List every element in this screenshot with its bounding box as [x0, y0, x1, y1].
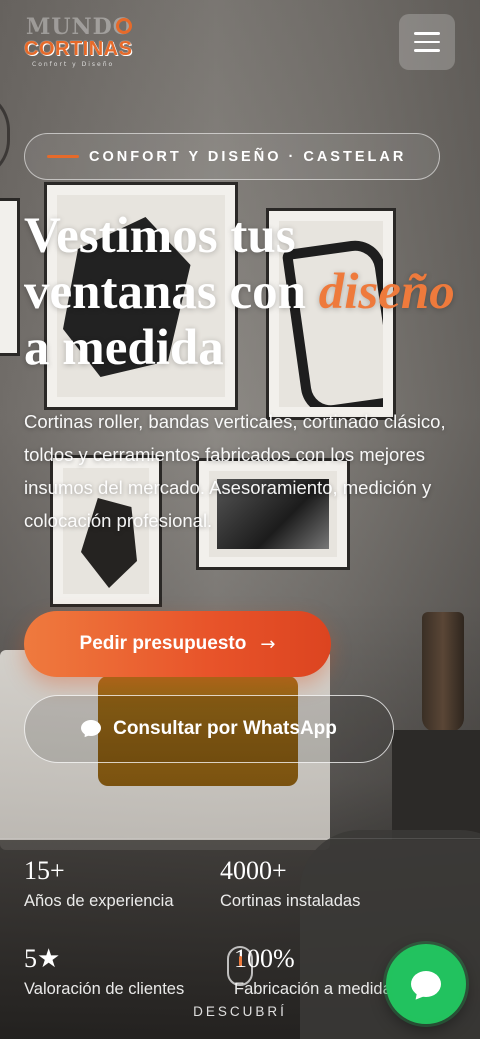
request-quote-button[interactable]: Pedir presupuesto → — [24, 611, 331, 677]
whatsapp-floating-button[interactable] — [386, 944, 466, 1024]
stat-value: 15+ — [24, 856, 65, 885]
brand-logo[interactable]: MUNDO CORTINAS Confort y Diseño — [24, 14, 136, 70]
headline-part2: a medida — [24, 320, 224, 376]
scroll-down-hint[interactable]: DESCUBRÍ — [190, 946, 290, 1036]
stat-experience: 15+ Años de experiencia — [24, 856, 174, 911]
chat-bubble-icon — [81, 720, 102, 738]
logo-ring-icon — [116, 18, 132, 34]
logo-main-text: CORTINAS — [24, 38, 133, 60]
request-quote-label: Pedir presupuesto — [79, 633, 247, 654]
stat-label: Cortinas instaladas — [220, 892, 361, 910]
logo-tagline: Confort y Diseño — [32, 61, 115, 68]
arrow-right-icon: → — [260, 633, 276, 655]
wall-frame — [0, 198, 20, 356]
hero-headline: Vestimos tus ventanas con diseño a medid… — [24, 208, 464, 376]
whatsapp-consult-button[interactable]: Consultar por WhatsApp — [24, 695, 394, 763]
side-table — [392, 730, 480, 840]
stats-divider — [0, 838, 480, 839]
accent-dash — [47, 155, 79, 158]
headline-part1: Vestimos tus ventanas con — [24, 208, 319, 320]
stat-rating: 5★ Valoración de clientes — [24, 944, 184, 999]
location-badge: CONFORT Y DISEÑO · CASTELAR — [24, 133, 440, 180]
whatsapp-consult-label: Consultar por WhatsApp — [113, 718, 337, 739]
menu-button[interactable] — [399, 14, 455, 70]
stat-label: Años de experiencia — [24, 892, 174, 910]
scroll-hint-label: DESCUBRÍ — [193, 1004, 287, 1019]
location-badge-text: CONFORT Y DISEÑO · CASTELAR — [89, 148, 407, 165]
stat-value: 5★ — [24, 944, 61, 973]
stat-value: 4000+ — [220, 856, 287, 885]
lamp-decoration — [0, 90, 10, 180]
whatsapp-icon — [411, 971, 441, 997]
mouse-scroll-icon — [227, 946, 253, 986]
stat-label: Valoración de clientes — [24, 980, 185, 998]
hamburger-menu-icon — [414, 32, 440, 35]
vase — [422, 612, 464, 732]
headline-accent: diseño — [318, 264, 455, 320]
hero-description: Cortinas roller, bandas verticales, cort… — [24, 411, 446, 531]
stat-installed: 4000+ Cortinas instaladas — [220, 856, 360, 911]
